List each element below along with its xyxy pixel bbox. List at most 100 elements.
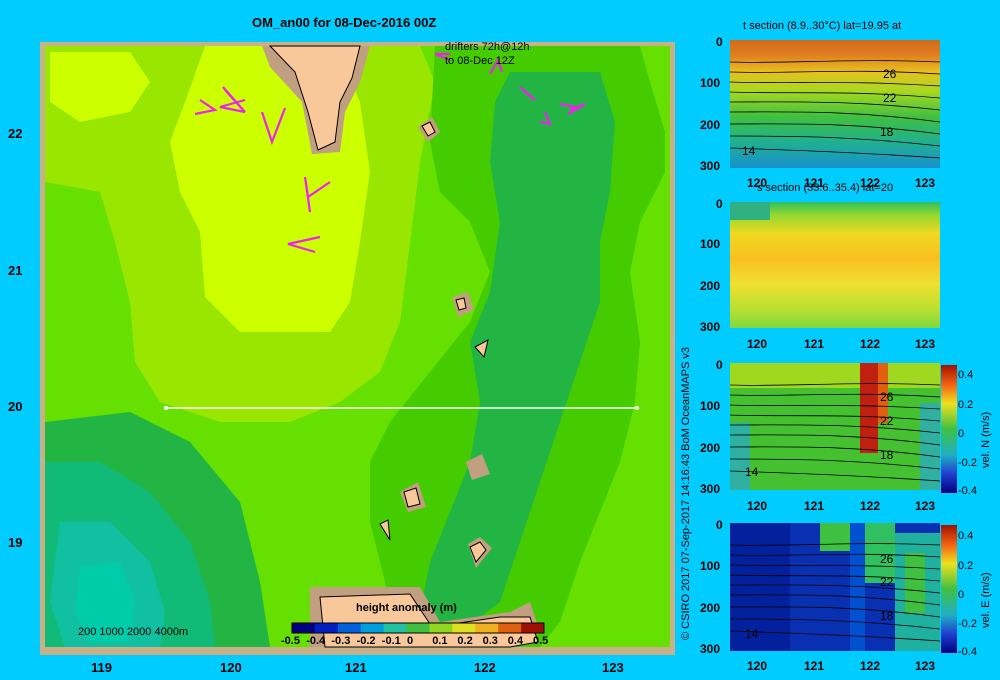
colorbar-tick-label: -0.5 <box>281 635 300 647</box>
colorbar-tick-label: -0.2 <box>356 635 376 647</box>
lat-tick-22: 22 <box>8 126 23 141</box>
s-ytick-100: 100 <box>700 237 721 251</box>
colorbar-swatch <box>360 623 385 633</box>
ve-cb-tick-1: 0.4 <box>958 530 974 542</box>
ve-contour-14: 14 <box>745 627 759 641</box>
vel-n-colorbar <box>941 365 957 493</box>
s-section-title: s section (33.6..35.4) lat=20 <box>757 182 894 194</box>
t-section-title: t section (8.9..30°C) lat=19.95 at <box>743 20 902 32</box>
vel-e-section-plot[interactable]: 26 22 18 14 <box>730 523 940 651</box>
vn-xtick-122: 122 <box>860 499 881 513</box>
lat-tick-19: 19 <box>8 535 23 550</box>
colorbar-swatch <box>452 623 476 633</box>
ve-cb-tick-4: -0.2 <box>958 618 977 630</box>
ve-ytick-300: 300 <box>700 642 721 656</box>
ve-contour-22: 22 <box>880 575 894 589</box>
vn-xtick-121: 121 <box>804 499 825 513</box>
colorbar-tick-label: 0.4 <box>507 635 524 647</box>
colorbar-swatch <box>314 623 339 633</box>
t-contour-14: 14 <box>742 144 756 158</box>
lon-tick-122: 122 <box>474 660 496 675</box>
vn-contour-26: 26 <box>880 390 894 404</box>
ve-xtick-122: 122 <box>860 659 881 673</box>
colorbar-tick-label: -0.1 <box>381 635 401 647</box>
t-xtick-123: 123 <box>915 176 936 190</box>
s-ytick-0: 0 <box>716 197 723 211</box>
vn-contour-14: 14 <box>745 465 759 479</box>
drifter-note-line2: to 08-Dec 12Z <box>445 55 515 67</box>
vn-contour-18: 18 <box>880 448 894 462</box>
colorbar-tick-label: -0.3 <box>331 635 351 647</box>
colorbar-swatch <box>292 623 316 633</box>
colorbar-swatch <box>406 623 430 633</box>
lat-tick-21: 21 <box>8 263 23 278</box>
s-section-patch <box>730 202 770 220</box>
lon-tick-120: 120 <box>220 660 242 675</box>
vel-e-colorbar <box>941 525 957 653</box>
lat-tick-20: 20 <box>8 399 23 414</box>
drifter-note-line1: drifters 72h@12h <box>445 41 530 53</box>
s-xtick-122: 122 <box>860 337 881 351</box>
t-ytick-0: 0 <box>716 35 723 49</box>
s-section-plot[interactable] <box>730 202 940 328</box>
ve-cb-tick-5: -0.4 <box>958 646 977 658</box>
vn-ytick-200: 200 <box>700 441 721 455</box>
colorbar-title: height anomaly (m) <box>356 602 457 614</box>
s-ytick-300: 300 <box>700 320 721 334</box>
colorbar-swatch <box>498 623 522 633</box>
vel-n-colorbar-label: vel. N (m/s) <box>980 411 992 468</box>
colorbar-swatch <box>383 623 408 633</box>
ve-xtick-123: 123 <box>915 659 936 673</box>
vel-e-colorbar-label: vel. E (m/s) <box>980 572 992 628</box>
ve-contour-18: 18 <box>880 609 894 623</box>
s-ytick-200: 200 <box>700 279 721 293</box>
colorbar-tick-label: 0.3 <box>482 635 498 647</box>
height-anomaly-map[interactable] <box>40 42 675 655</box>
t-ytick-300: 300 <box>700 159 721 173</box>
t-section-plot[interactable]: 26 22 18 14 <box>730 40 940 168</box>
vn-ytick-100: 100 <box>700 399 721 413</box>
colorbar-swatch <box>475 623 499 633</box>
vn-cb-tick-3: 0 <box>958 428 965 440</box>
vel-n-section-plot[interactable]: 26 22 18 14 <box>730 363 940 490</box>
vn-cb-tick-4: -0.2 <box>958 457 977 469</box>
s-xtick-120: 120 <box>747 337 768 351</box>
lon-tick-123: 123 <box>602 660 624 675</box>
depth-scale-label: 200 1000 2000 4000m <box>78 626 189 638</box>
ve-cb-tick-2: 0.2 <box>958 560 974 572</box>
vn-cb-tick-2: 0.2 <box>958 399 974 411</box>
ve-contour-26: 26 <box>880 552 894 566</box>
ve-ytick-100: 100 <box>700 559 721 573</box>
ve-cb-tick-3: 0 <box>958 589 965 601</box>
height-colorbar <box>291 622 545 634</box>
ve-xtick-120: 120 <box>747 659 768 673</box>
ve-ytick-200: 200 <box>700 601 721 615</box>
t-ytick-100: 100 <box>700 76 721 90</box>
vn-xtick-120: 120 <box>747 499 768 513</box>
s-section-field <box>730 202 940 328</box>
ve-ytick-0: 0 <box>716 518 723 532</box>
t-contour-22: 22 <box>883 91 897 105</box>
t-contour-18: 18 <box>880 125 894 139</box>
s-xtick-121: 121 <box>804 337 825 351</box>
t-contour-26: 26 <box>883 67 897 81</box>
colorbar-swatch <box>337 623 362 633</box>
vn-cb-tick-5: -0.4 <box>958 485 977 497</box>
colorbar-tick-label: 0 <box>407 635 414 647</box>
colorbar-tick-label: 0.5 <box>533 635 549 647</box>
lon-tick-119: 119 <box>91 660 112 675</box>
vn-ytick-0: 0 <box>716 358 723 372</box>
ve-xtick-121: 121 <box>804 659 825 673</box>
vn-ytick-300: 300 <box>700 482 721 496</box>
section-line-end <box>635 406 639 410</box>
colorbar-swatch <box>521 623 545 633</box>
vn-cb-tick-1: 0.4 <box>958 369 974 381</box>
lon-tick-121: 121 <box>345 660 367 675</box>
colorbar-tick-label: -0.4 <box>306 635 326 647</box>
colorbar-swatch <box>429 623 453 633</box>
colorbar-tick-label: 0.1 <box>432 635 448 647</box>
t-ytick-200: 200 <box>700 118 721 132</box>
colorbar-tick-label: 0.2 <box>457 635 473 647</box>
credit-text: © CSIRO 2017 07-Sep-2017 14:16:43 BoM Oc… <box>680 346 692 640</box>
section-line-start <box>164 406 168 410</box>
